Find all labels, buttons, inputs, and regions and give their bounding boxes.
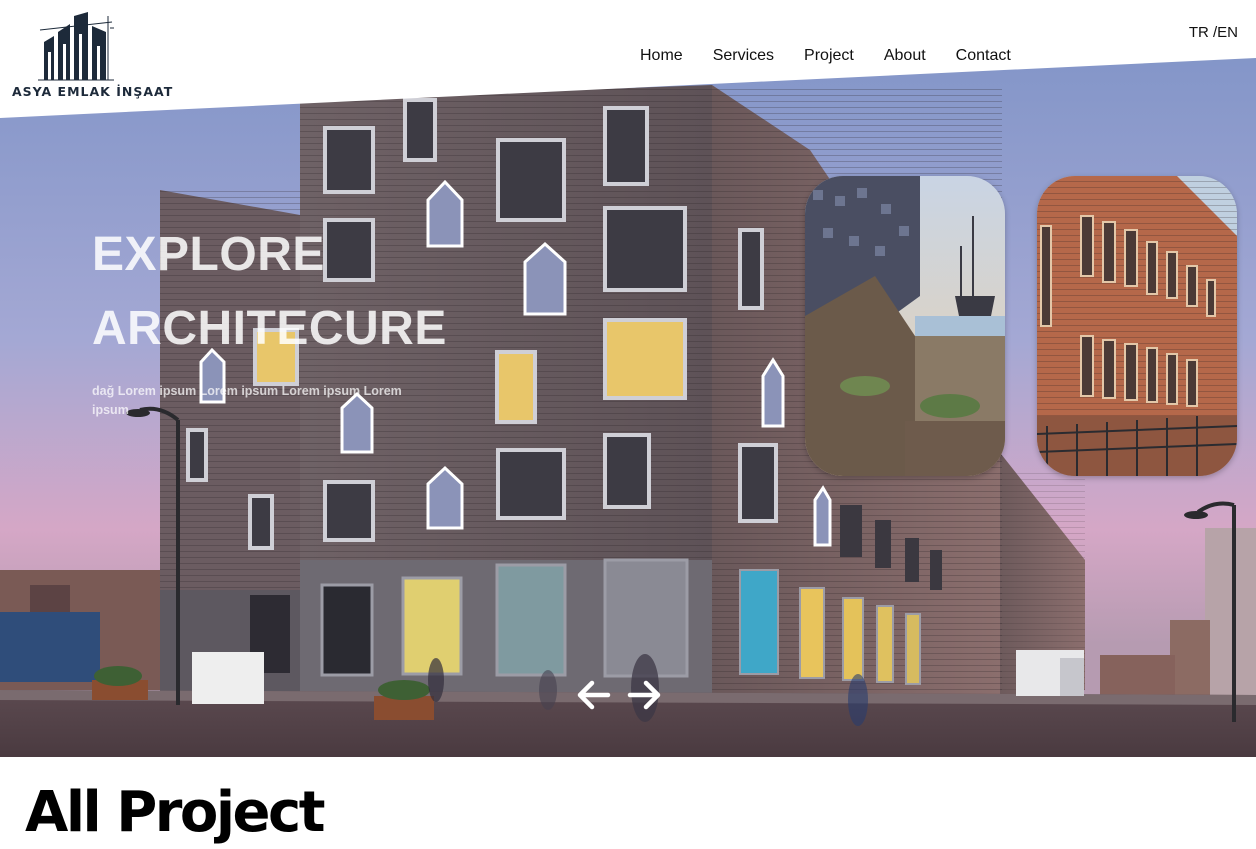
hero-title: EXPLORE ARCHITECURE [92, 218, 447, 366]
arrow-left-icon[interactable] [574, 675, 614, 715]
nav-item-about[interactable]: About [869, 47, 941, 65]
hero-title-line-1: EXPLORE [92, 228, 325, 281]
project-card-2[interactable] [1037, 176, 1237, 476]
section-title-all-project: All Project [25, 780, 326, 845]
brand-logo[interactable]: ASYA EMLAK İNŞAAT [12, 12, 174, 102]
brand-name: ASYA EMLAK İNŞAAT [12, 84, 174, 99]
hero-subtitle: dağ Lorem ipsum Lorem ipsum Lorem ipsum … [92, 384, 402, 417]
project-card-1[interactable] [805, 176, 1005, 476]
red-brick-historic-facade-photo [1037, 176, 1237, 476]
building-skyline-icon [38, 12, 114, 81]
nav-item-project[interactable]: Project [789, 47, 869, 65]
hero-title-line-2: ARCHITECURE [92, 302, 447, 355]
language-en[interactable]: EN [1217, 24, 1238, 41]
nav-item-contact[interactable]: Contact [941, 47, 1026, 65]
nav-item-services[interactable]: Services [698, 47, 789, 65]
harbor-terrace-with-tall-ship-photo [805, 176, 1005, 476]
nav-item-home[interactable]: Home [625, 47, 698, 65]
language-switcher: TR /EN [1189, 24, 1238, 41]
language-separator: / [1208, 24, 1218, 41]
main-nav: Home Services Project About Contact [625, 47, 1026, 65]
language-tr[interactable]: TR [1189, 24, 1209, 41]
arrow-right-icon[interactable] [624, 675, 664, 715]
